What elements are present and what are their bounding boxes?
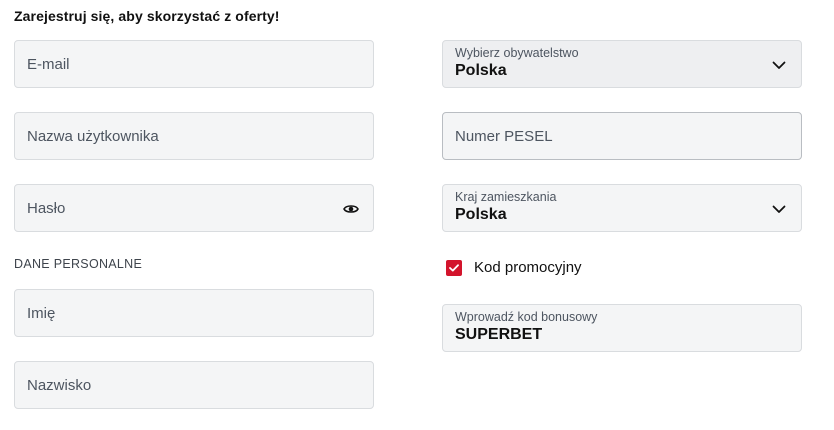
email-placeholder: E-mail (27, 56, 70, 73)
bonus-code-value: SUPERBET (455, 326, 543, 343)
username-placeholder: Nazwa użytkownika (27, 128, 159, 145)
residence-value: Polska (455, 206, 507, 223)
first-name-placeholder: Imię (27, 305, 56, 322)
email-field[interactable]: E-mail (14, 40, 374, 88)
citizenship-label: Wybierz obywatelstwo (455, 46, 579, 60)
promo-code-checkbox[interactable] (446, 259, 462, 276)
pesel-field[interactable]: Numer PESEL (442, 112, 802, 160)
bonus-code-field[interactable]: Wprowadź kod bonusowy SUPERBET (442, 304, 802, 352)
residence-label: Kraj zamieszkania (455, 190, 557, 204)
citizenship-value: Polska (455, 62, 507, 79)
citizenship-select[interactable]: Wybierz obywatelstwo Polska (442, 40, 802, 88)
pesel-placeholder: Numer PESEL (455, 128, 553, 145)
first-name-field[interactable]: Imię (14, 289, 374, 337)
chevron-down-icon[interactable] (769, 55, 789, 75)
personal-data-section-label: DANE PERSONALNE (14, 257, 143, 271)
eye-icon[interactable] (341, 199, 361, 219)
last-name-field[interactable]: Nazwisko (14, 361, 374, 409)
last-name-placeholder: Nazwisko (27, 377, 92, 394)
bonus-code-label: Wprowadź kod bonusowy (455, 310, 598, 324)
checkmark-icon (449, 263, 459, 271)
residence-select[interactable]: Kraj zamieszkania Polska (442, 184, 802, 232)
promo-code-label: Kod promocyjny (474, 259, 582, 276)
registration-heading: Zarejestruj się, aby skorzystać z oferty… (14, 8, 280, 24)
promo-code-checkbox-row[interactable]: Kod promocyjny (446, 259, 582, 276)
password-field[interactable]: Hasło (14, 184, 374, 232)
username-field[interactable]: Nazwa użytkownika (14, 112, 374, 160)
chevron-down-icon[interactable] (769, 199, 789, 219)
password-placeholder: Hasło (27, 200, 66, 217)
